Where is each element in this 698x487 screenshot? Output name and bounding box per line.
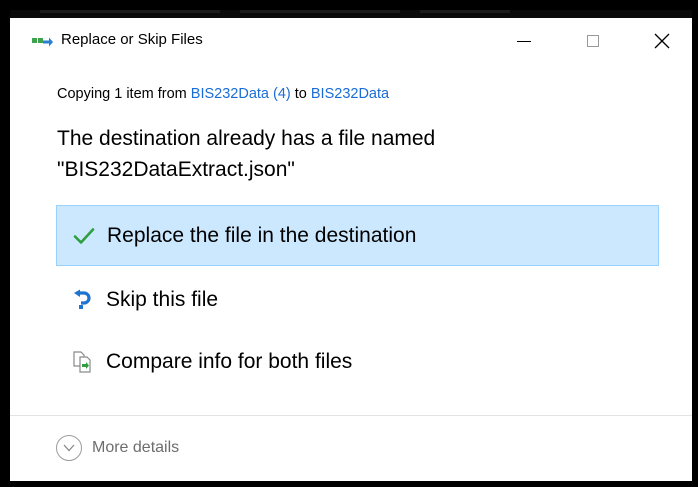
window-title: Replace or Skip Files: [61, 31, 203, 48]
background-blur: [40, 9, 220, 13]
skip-file-option[interactable]: Skip this file: [56, 269, 659, 330]
replace-or-skip-dialog: Replace or Skip Files Copying 1 item fro…: [10, 18, 692, 481]
background-blur: [240, 9, 400, 13]
maximize-icon: [587, 35, 599, 47]
source-folder-link[interactable]: BIS232Data (4): [191, 86, 291, 102]
compare-files-label: Compare info for both files: [106, 349, 353, 373]
close-icon: [654, 33, 670, 49]
skip-file-label: Skip this file: [106, 287, 219, 311]
background-window-strip: [0, 0, 698, 18]
screenshot-page: Replace or Skip Files Copying 1 item fro…: [0, 0, 698, 487]
conflict-file-name: "BIS232DataExtract.json": [57, 158, 295, 181]
copy-files-icon: [32, 37, 53, 47]
conflict-message: The destination already has a file named…: [57, 123, 435, 185]
compare-files-icon: [72, 350, 94, 373]
chevron-down-circle-icon: [56, 435, 82, 461]
copy-status-middle: to: [290, 86, 311, 102]
copy-status: Copying 1 item from BIS232Data (4) to BI…: [57, 86, 389, 102]
background-blur: [420, 9, 510, 13]
dialog-footer: More details: [10, 416, 692, 481]
compare-files-option[interactable]: Compare info for both files: [56, 331, 659, 392]
skip-arrow-icon: [72, 289, 94, 311]
copy-status-prefix: Copying 1 item from: [57, 86, 191, 102]
conflict-message-line1: The destination already has a file named: [57, 127, 436, 150]
more-details-toggle[interactable]: More details: [56, 435, 179, 461]
maximize-button[interactable]: [569, 18, 617, 64]
more-details-label: More details: [92, 439, 180, 456]
minimize-button[interactable]: [500, 18, 548, 64]
title-bar[interactable]: Replace or Skip Files: [10, 18, 692, 64]
checkmark-icon: [73, 225, 95, 247]
destination-folder-link[interactable]: BIS232Data: [311, 86, 389, 102]
replace-file-option[interactable]: Replace the file in the destination: [56, 205, 659, 266]
minimize-icon: [517, 40, 531, 42]
close-button[interactable]: [638, 18, 686, 64]
replace-file-label: Replace the file in the destination: [107, 223, 417, 247]
